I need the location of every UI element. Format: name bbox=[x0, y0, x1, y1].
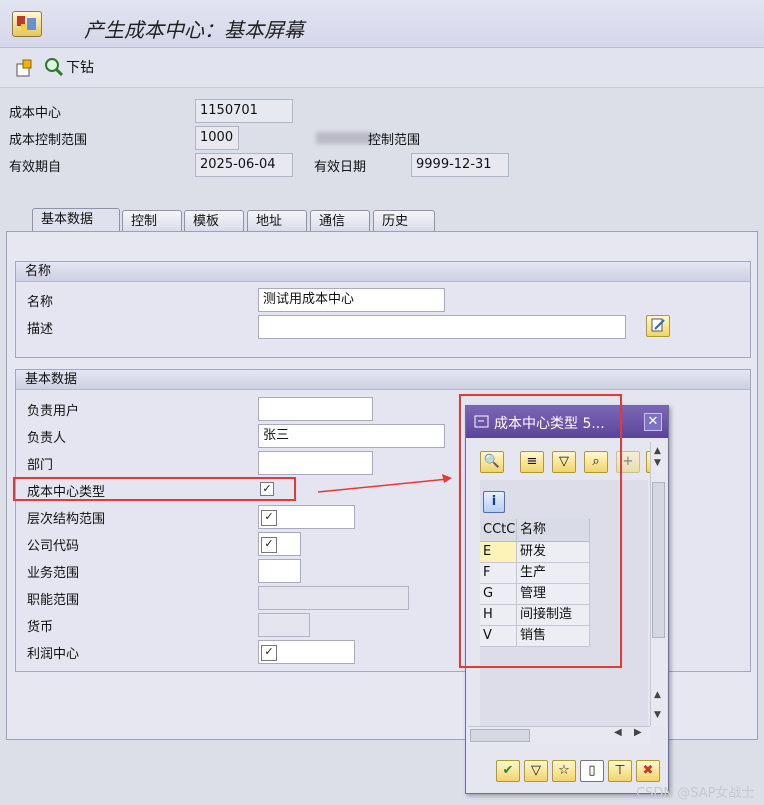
annotation-arrow bbox=[317, 474, 452, 493]
valid-from-field[interactable]: 2025-06-04 bbox=[195, 153, 293, 177]
controlling-area-label: 成本控制范围 bbox=[9, 133, 88, 148]
functional-area-label: 职能范围 bbox=[27, 593, 80, 608]
hierarchy-area-input[interactable]: ✓ bbox=[258, 505, 355, 529]
hscroll-thumb[interactable] bbox=[470, 729, 530, 742]
name-input[interactable]: 测试用成本中心 bbox=[258, 288, 445, 312]
company-code-input[interactable]: ✓ bbox=[258, 532, 301, 556]
popup-pin-icon[interactable]: ⊤ bbox=[608, 760, 632, 782]
tab-history[interactable]: 历史 bbox=[373, 210, 435, 232]
description-input[interactable] bbox=[258, 315, 626, 339]
app-icon bbox=[12, 11, 42, 37]
change-icon[interactable] bbox=[14, 58, 34, 82]
profit-center-label: 利润中心 bbox=[27, 647, 80, 662]
page-title: 产生成本中心：基本屏幕 bbox=[84, 18, 304, 42]
scroll-thumb[interactable] bbox=[652, 482, 665, 638]
watermark: CSDN @SAP女战士 bbox=[636, 786, 755, 801]
person-responsible-label: 负责人 bbox=[27, 431, 67, 446]
cost-center-field[interactable]: 1150701 bbox=[195, 99, 293, 123]
cost-center-label: 成本中心 bbox=[9, 106, 62, 121]
long-text-button[interactable] bbox=[646, 315, 670, 337]
popup-cancel-icon[interactable]: ✖ bbox=[636, 760, 660, 782]
popup-close-icon[interactable]: ✕ bbox=[644, 413, 662, 431]
department-label: 部门 bbox=[27, 458, 54, 473]
cost-center-type-label: 成本中心类型 bbox=[27, 485, 106, 500]
basic-data-group-title: 基本数据 bbox=[16, 370, 750, 390]
scroll-down-icon[interactable]: ▼ bbox=[654, 458, 661, 468]
company-code-label: 公司代码 bbox=[27, 539, 80, 554]
tab-address[interactable]: 地址 bbox=[247, 210, 307, 232]
responsible-user-label: 负责用户 bbox=[27, 404, 80, 419]
responsible-user-input[interactable] bbox=[258, 397, 373, 421]
controlling-area-field[interactable]: 1000 bbox=[195, 126, 239, 150]
scroll-right-icon[interactable]: ▶ bbox=[634, 727, 642, 738]
names-group-title: 名称 bbox=[16, 262, 750, 282]
currency-label: 货币 bbox=[27, 620, 54, 635]
drilldown-button[interactable]: 下钻 bbox=[44, 57, 94, 77]
drilldown-icon bbox=[45, 58, 64, 77]
popup-new-icon[interactable]: ▯ bbox=[580, 760, 604, 782]
scroll-up-icon[interactable]: ▲ bbox=[654, 446, 661, 456]
valid-to-field[interactable]: 9999-12-31 bbox=[411, 153, 509, 177]
company-code-check: ✓ bbox=[261, 537, 277, 553]
edit-icon bbox=[651, 318, 665, 332]
popup-confirm-icon[interactable]: ✔ bbox=[496, 760, 520, 782]
description-label: 描述 bbox=[27, 322, 54, 337]
blurred-text bbox=[316, 132, 374, 144]
business-area-input[interactable] bbox=[258, 559, 301, 583]
tab-template[interactable]: 模板 bbox=[184, 210, 244, 232]
profit-center-check: ✓ bbox=[261, 645, 277, 661]
tab-control[interactable]: 控制 bbox=[122, 210, 182, 232]
highlight-box-popup-list bbox=[459, 394, 622, 668]
popup-favorite-add-icon[interactable]: ☆ bbox=[552, 760, 576, 782]
tab-communication[interactable]: 通信 bbox=[310, 210, 370, 232]
tab-basic-data[interactable]: 基本数据 bbox=[32, 208, 120, 232]
title-bar: 产生成本中心：基本屏幕 bbox=[0, 0, 764, 48]
valid-from-label: 有效期自 bbox=[9, 160, 62, 175]
popup-vertical-scrollbar[interactable]: ▲ ▼ ▲ ▼ bbox=[650, 442, 666, 726]
drilldown-label: 下钻 bbox=[66, 60, 94, 76]
name-label: 名称 bbox=[27, 295, 54, 310]
popup-filter-button-icon[interactable]: ▽ bbox=[524, 760, 548, 782]
scroll-down-icon[interactable]: ▼ bbox=[654, 710, 661, 720]
valid-to-label: 有效日期 bbox=[314, 160, 367, 175]
cost-center-type-input[interactable]: ✓ bbox=[260, 482, 274, 496]
scroll-left-icon[interactable]: ◀ bbox=[614, 727, 622, 738]
person-responsible-input[interactable]: 张三 bbox=[258, 424, 445, 448]
business-area-label: 业务范围 bbox=[27, 566, 80, 581]
popup-horizontal-scrollbar[interactable]: ◀ ▶ bbox=[468, 726, 650, 744]
currency-input bbox=[258, 613, 310, 637]
scroll-up-icon[interactable]: ▲ bbox=[654, 690, 661, 700]
controlling-area-desc: 控制范围 bbox=[368, 133, 421, 148]
hierarchy-area-check: ✓ bbox=[261, 510, 277, 526]
functional-area-input bbox=[258, 586, 409, 610]
hierarchy-area-label: 层次结构范围 bbox=[27, 512, 106, 527]
profit-center-input[interactable]: ✓ bbox=[258, 640, 355, 664]
application-toolbar: 下钻 bbox=[0, 48, 764, 88]
